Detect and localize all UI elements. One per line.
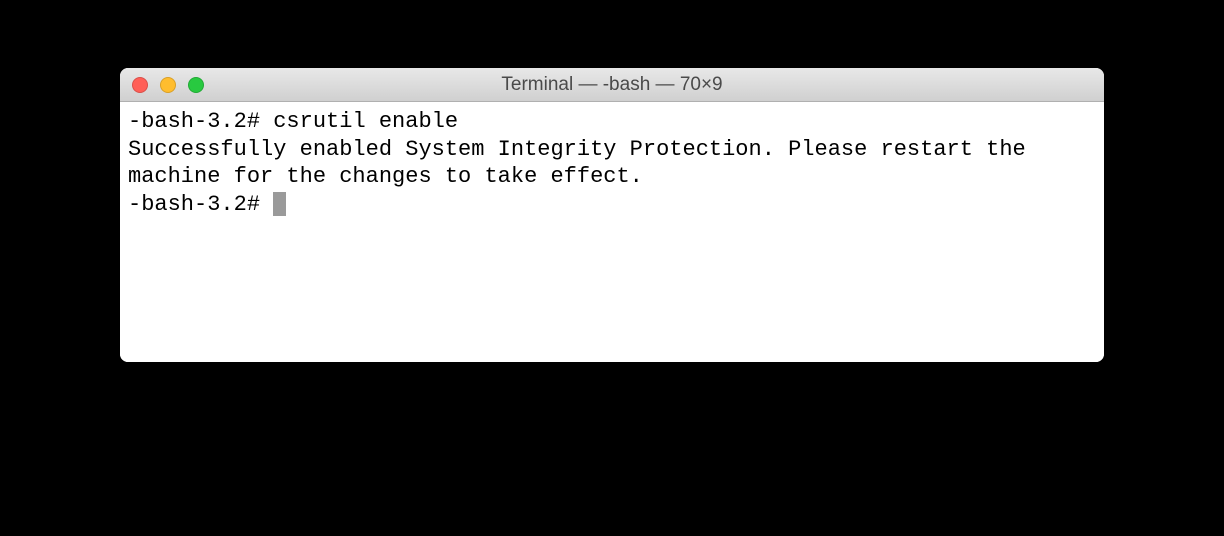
shell-prompt: -bash-3.2# [128, 109, 273, 134]
terminal-content[interactable]: -bash-3.2# csrutil enableSuccessfully en… [120, 102, 1104, 362]
cursor-icon [273, 192, 286, 216]
terminal-window: Terminal — -bash — 70×9 -bash-3.2# csrut… [120, 68, 1104, 362]
shell-prompt: -bash-3.2# [128, 192, 273, 217]
shell-command: csrutil enable [273, 109, 458, 134]
terminal-line: -bash-3.2# [128, 191, 1096, 219]
terminal-line: -bash-3.2# csrutil enable [128, 108, 1096, 136]
window-title: Terminal — -bash — 70×9 [120, 74, 1104, 96]
terminal-output: Successfully enabled System Integrity Pr… [128, 136, 1096, 191]
traffic-lights [132, 77, 204, 93]
maximize-icon[interactable] [188, 77, 204, 93]
window-titlebar[interactable]: Terminal — -bash — 70×9 [120, 68, 1104, 102]
close-icon[interactable] [132, 77, 148, 93]
minimize-icon[interactable] [160, 77, 176, 93]
